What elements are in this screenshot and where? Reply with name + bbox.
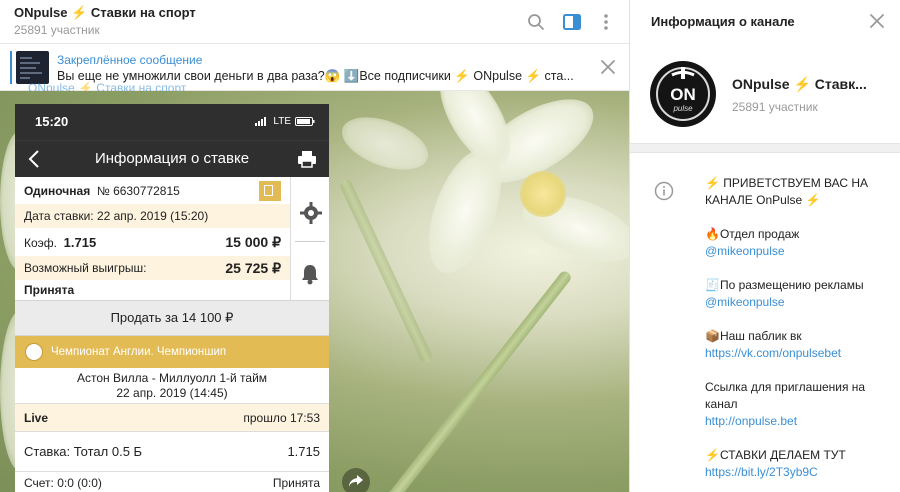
elapsed-time: прошло 17:53 (243, 410, 320, 425)
desc-bets-label: ⚡️СТАВКИ ДЕЛАЕМ ТУТ (705, 448, 846, 462)
gear-icon (300, 202, 322, 224)
bell-icon (302, 265, 318, 285)
close-icon[interactable] (868, 12, 886, 30)
channel-name: ONpulse ⚡️ Ставк... (732, 76, 867, 92)
stake-label: Ставка: Тотал 0.5 Б (24, 444, 143, 459)
search-icon[interactable] (524, 10, 548, 34)
signal-icon (255, 117, 267, 126)
win-value: 25 725 ₽ (225, 259, 281, 276)
panel-title: Информация о канале (651, 14, 795, 29)
score-status: Принята (272, 476, 320, 490)
phone-network: LTE (255, 116, 315, 127)
win-label: Возможный выигрыш: (24, 261, 147, 275)
info-icon (654, 181, 674, 201)
onpulse-logo: ON pulse (656, 67, 710, 121)
desc-vk-label: 📦Наш паблик вк (705, 329, 802, 343)
close-icon[interactable] (599, 58, 617, 76)
pinned-thumbnail (16, 51, 49, 84)
match-teams: Астон Вилла - Миллуолл 1-й тайм (76, 371, 268, 385)
bet-type: Одиночная (24, 183, 91, 198)
vk-link[interactable]: https://vk.com/onpulsebet (705, 346, 841, 360)
message-author[interactable]: ONpulse ⚡️ Ставки на спорт (28, 81, 186, 91)
ads-link[interactable]: @mikeonpulse (705, 295, 785, 309)
chat-area: ONpulse ⚡️ Ставки на спорт 25891 участни… (0, 0, 629, 492)
network-type: LTE (273, 116, 291, 127)
league-name: Чемпионат Англии. Чемпионшип (51, 346, 227, 358)
bet-details: Одиночная № 6630772815 Дата ставки: 22 а… (15, 177, 290, 300)
live-label: Live (24, 410, 49, 425)
svg-text:pulse: pulse (672, 104, 693, 113)
bet-number: № 6630772815 (96, 183, 180, 198)
bets-link[interactable]: https://bit.ly/2T3yb9C (705, 465, 818, 479)
stake-coef: 1.715 (287, 444, 320, 459)
share-arrow-icon (349, 475, 363, 487)
svg-text:ON: ON (670, 85, 696, 104)
channel-avatar[interactable]: ON pulse (650, 61, 716, 127)
panel-header: Информация о канале (630, 0, 900, 44)
bet-type-row: Одиночная № 6630772815 (15, 177, 290, 204)
desc-invite-label: Ссылка для приглашения на канал (705, 380, 866, 411)
chat-header[interactable]: ONpulse ⚡️ Ставки на спорт 25891 участни… (0, 0, 629, 44)
phone-status-bar: 15:20 LTE (15, 104, 329, 140)
more-menu-icon[interactable] (594, 10, 618, 34)
match-info: Астон Вилла - Миллуолл 1-й тайм 22 апр. … (15, 368, 329, 404)
channel-description: ⚡️ ПРИВЕТСТВУЕМ ВАС НА КАНАЛЕ OnPulse ⚡️… (705, 175, 895, 492)
copy-icon (259, 180, 281, 201)
coef-row: Коэф. 1.715 15 000 ₽ (15, 228, 290, 256)
coef-value: 1.715 (63, 234, 97, 250)
channel-members: 25891 участник (732, 100, 818, 114)
channel-info-panel: Информация о канале ON pulse ONpulse ⚡️ … (629, 0, 900, 492)
bet-date: Дата ставки: 22 апр. 2019 (15:20) (24, 209, 209, 223)
invite-link[interactable]: http://onpulse.bet (705, 414, 797, 428)
coef-label: Коэф. (24, 235, 57, 250)
score-row: Счет: 0:0 (0:0) Принята (15, 472, 329, 492)
battery-icon (295, 117, 315, 126)
section-divider (630, 143, 900, 153)
bet-status: Принята (24, 283, 75, 297)
sales-link[interactable]: @mikeonpulse (705, 244, 785, 258)
bet-amount: 15 000 ₽ (225, 233, 281, 250)
score-label: Счет: 0:0 (0:0) (24, 476, 102, 490)
sidebar-toggle-icon[interactable] (560, 10, 584, 34)
phone-nav-bar: Информация о ставке (15, 140, 329, 177)
bet-date-row: Дата ставки: 22 апр. 2019 (15:20) (15, 204, 290, 228)
share-button[interactable] (342, 468, 370, 492)
sell-button: Продать за 14 100 ₽ (15, 300, 329, 336)
stake-row: Ставка: Тотал 0.5 Б 1.715 (15, 432, 329, 472)
phone-nav-title: Информация о ставке (94, 150, 250, 167)
desc-sales-label: 🔥Отдел продаж (705, 227, 800, 241)
desc-ads-label: 🧾По размещению рекламы (705, 278, 864, 292)
pinned-title: Закреплённое сообщение (57, 53, 203, 67)
match-date: 22 апр. 2019 (14:45) (116, 386, 228, 400)
win-row: Возможный выигрыш: 25 725 ₽ (15, 256, 290, 280)
bet-side-actions (290, 177, 329, 300)
live-row: Live прошло 17:53 (15, 404, 329, 432)
status-row: Принята (15, 280, 290, 300)
message-photo[interactable]: 15:20 LTE Информация о ставке Одиночная … (15, 104, 329, 492)
printer-icon (298, 151, 316, 168)
league-bar: Чемпионат Англии. Чемпионшип (15, 336, 329, 368)
chat-title[interactable]: ONpulse ⚡️ Ставки на спорт (14, 5, 196, 21)
football-icon (25, 343, 43, 361)
chat-member-count: 25891 участник (14, 23, 100, 37)
desc-greeting: ⚡️ ПРИВЕТСТВУЕМ ВАС НА КАНАЛЕ OnPulse ⚡️ (705, 176, 869, 207)
pinned-accent-bar (10, 51, 12, 84)
phone-time: 15:20 (35, 114, 69, 129)
